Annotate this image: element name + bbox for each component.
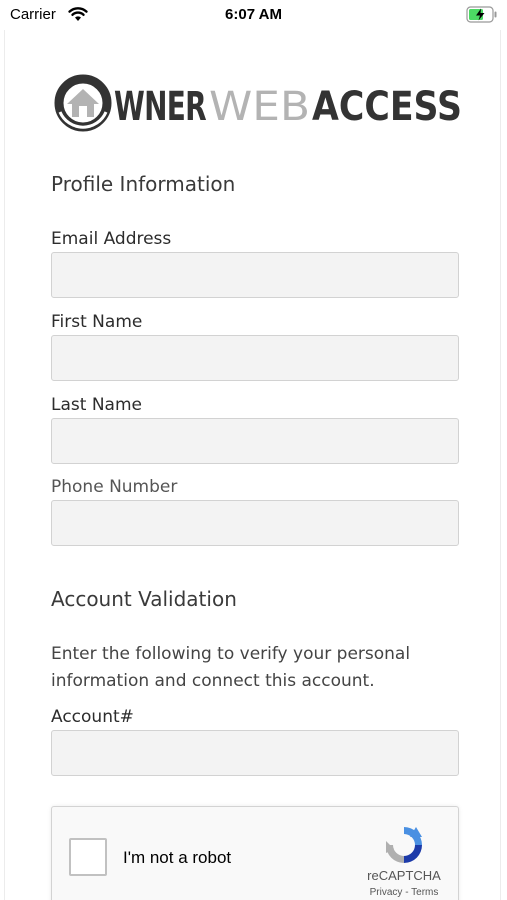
recaptcha-label: I'm not a robot (123, 848, 232, 867)
first-name-field[interactable] (51, 335, 459, 381)
status-bar: Carrier 6:07 AM (0, 0, 507, 30)
logo-mark: WNER WEB ACCESS (54, 74, 462, 132)
profile-info-heading: Profile Information (51, 172, 236, 196)
svg-text:ACCESS: ACCESS (312, 84, 462, 130)
account-number-label: Account# (51, 707, 134, 727)
account-validation-heading: Account Validation (51, 587, 237, 611)
recaptcha-logo-icon (386, 827, 422, 863)
recaptcha-checkbox[interactable] (69, 838, 107, 876)
registration-page: WNER WEB ACCESS Profile Information Emai… (4, 30, 501, 900)
first-name-label: First Name (51, 312, 143, 332)
svg-text:WNER: WNER (114, 84, 206, 130)
last-name-label: Last Name (51, 395, 142, 415)
email-label: Email Address (51, 229, 172, 249)
last-name-field[interactable] (51, 418, 459, 464)
svg-text:WEB: WEB (209, 84, 310, 130)
recaptcha-widget: I'm not a robot reCAPTCHA Privacy - Term… (51, 806, 459, 900)
owner-web-access-logo: WNER WEB ACCESS (52, 72, 464, 134)
phone-field[interactable] (51, 500, 459, 546)
account-number-field[interactable] (51, 730, 459, 776)
phone-label: Phone Number (51, 477, 178, 497)
battery-charging-icon (466, 6, 497, 23)
validation-description: Enter the following to verify your perso… (51, 644, 411, 691)
recaptcha-privacy-terms[interactable]: Privacy - Terms (354, 887, 454, 898)
recaptcha-brand: reCAPTCHA (367, 868, 441, 883)
clock-time: 6:07 AM (225, 6, 282, 23)
email-field[interactable] (51, 252, 459, 298)
